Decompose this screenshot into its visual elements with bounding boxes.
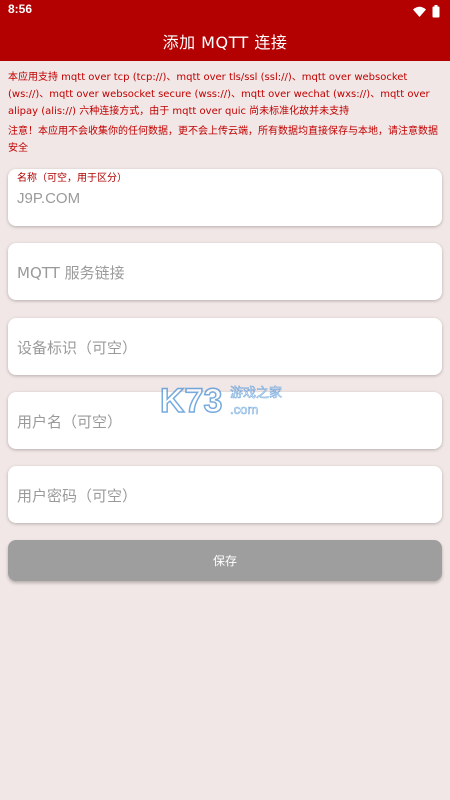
name-field-value: J9P.COM bbox=[17, 190, 81, 207]
svg-text:.com: .com bbox=[230, 402, 258, 417]
device-id-placeholder: 设备标识（可空） bbox=[17, 339, 138, 357]
save-button[interactable]: 保存 bbox=[8, 540, 442, 581]
app-bar: 添加 MQTT 连接 bbox=[0, 20, 450, 61]
status-time: 8:56 bbox=[8, 2, 33, 16]
password-placeholder: 用户密码（可空） bbox=[17, 487, 138, 505]
server-url-placeholder: MQTT 服务链接 bbox=[17, 264, 125, 282]
svg-text:K73: K73 bbox=[160, 382, 222, 420]
watermark-logo: K73 游戏之家 .com bbox=[159, 380, 290, 421]
name-field-label: 名称（可空，用于区分） bbox=[17, 173, 127, 184]
password-field[interactable]: 用户密码（可空） bbox=[8, 466, 442, 523]
status-bar: 8:56 bbox=[0, 0, 450, 20]
device-id-field[interactable]: 设备标识（可空） bbox=[8, 318, 442, 375]
server-url-field[interactable]: MQTT 服务链接 bbox=[8, 243, 442, 300]
name-field[interactable]: 名称（可空，用于区分） J9P.COM bbox=[8, 169, 442, 226]
supported-protocols-info: 本应用支持 mqtt over tcp (tcp://)、mqtt over t… bbox=[8, 72, 430, 117]
privacy-warning: 注意！本应用不会收集你的任何数据，更不会上传云端，所有数据均直接保存与本地，请注… bbox=[8, 126, 438, 154]
page-title: 添加 MQTT 连接 bbox=[162, 32, 288, 52]
svg-text:游戏之家: 游戏之家 bbox=[230, 385, 282, 401]
username-placeholder: 用户名（可空） bbox=[17, 413, 123, 431]
